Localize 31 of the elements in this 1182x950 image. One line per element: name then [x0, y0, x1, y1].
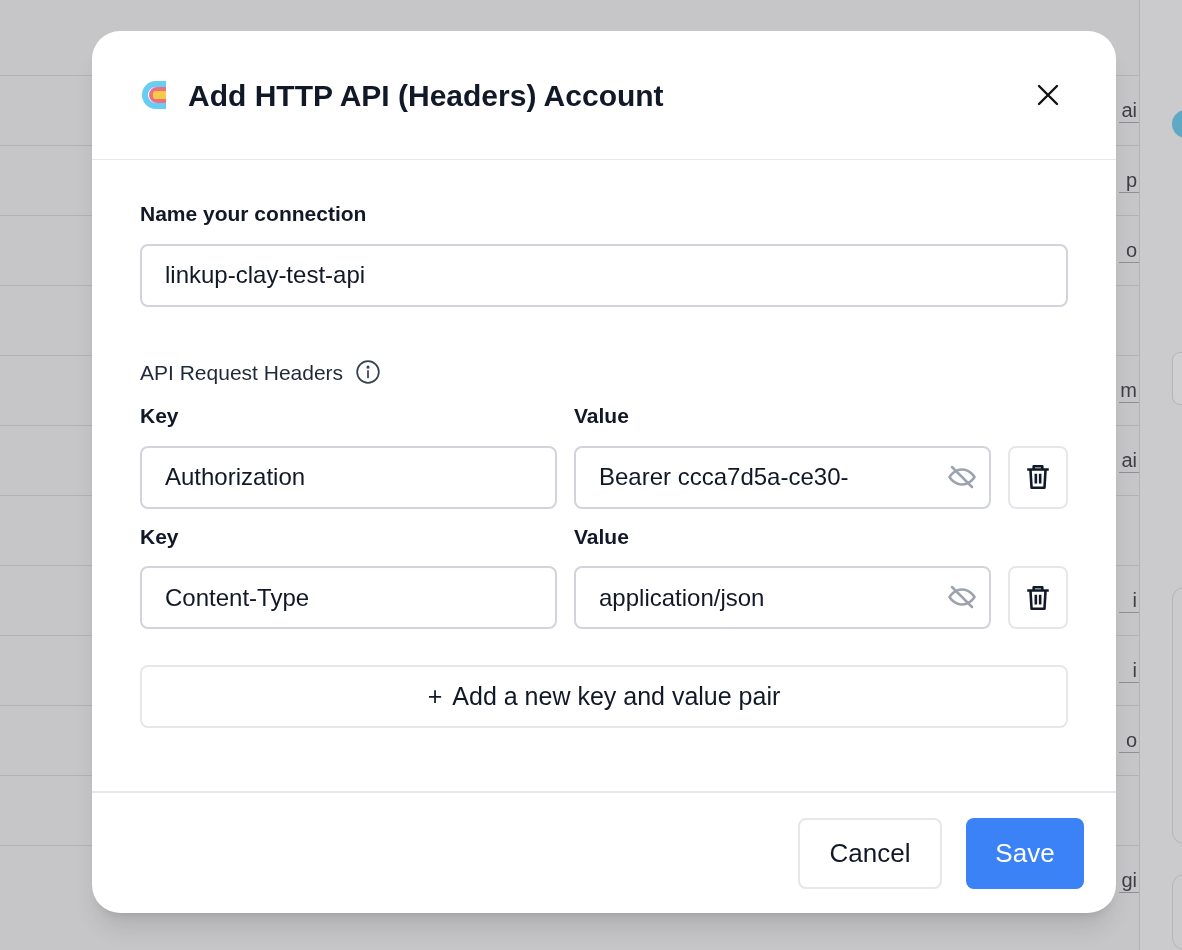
trash-icon — [1025, 463, 1051, 491]
link-text[interactable]: gi — [1119, 868, 1139, 893]
link-text[interactable]: ai — [1119, 448, 1139, 473]
dialog-title: Add HTTP API (Headers) Account — [188, 77, 664, 114]
link-text[interactable]: m — [1119, 378, 1139, 403]
link-text[interactable]: ai — [1119, 98, 1139, 123]
section-label: API Request Headers — [140, 359, 344, 386]
connection-name-field[interactable]: linkup-clay-test-api — [140, 243, 1068, 307]
logo-icon — [140, 79, 168, 111]
link-text[interactable]: p — [1119, 168, 1139, 193]
link-text[interactable]: o — [1119, 728, 1139, 753]
field-label: Value — [574, 403, 630, 429]
link-text[interactable]: i — [1119, 588, 1139, 613]
delete-button[interactable] — [1008, 566, 1068, 629]
value-field[interactable]: Bearer ccca7d5a-ce30- — [574, 445, 991, 509]
info-icon[interactable] — [355, 359, 382, 386]
key-field[interactable]: Content-Type — [140, 566, 557, 629]
cancel-button[interactable]: Cancel — [798, 817, 942, 889]
save-button[interactable]: Save — [966, 817, 1084, 889]
key-field[interactable]: Authorization — [140, 445, 557, 509]
link-text[interactable]: o — [1119, 238, 1139, 263]
value-field[interactable]: application/json — [574, 566, 991, 629]
field-label: Key — [140, 523, 180, 550]
trash-icon — [1025, 583, 1051, 612]
delete-button[interactable] — [1008, 445, 1068, 509]
close-icon — [1036, 83, 1060, 107]
field-label: Value — [574, 523, 630, 550]
add-pair-button[interactable]: + Add a new key and value pair — [140, 665, 1068, 728]
field-label: Name your connection — [140, 201, 368, 227]
link-text[interactable]: i — [1119, 658, 1139, 683]
field-label: Key — [140, 403, 180, 429]
